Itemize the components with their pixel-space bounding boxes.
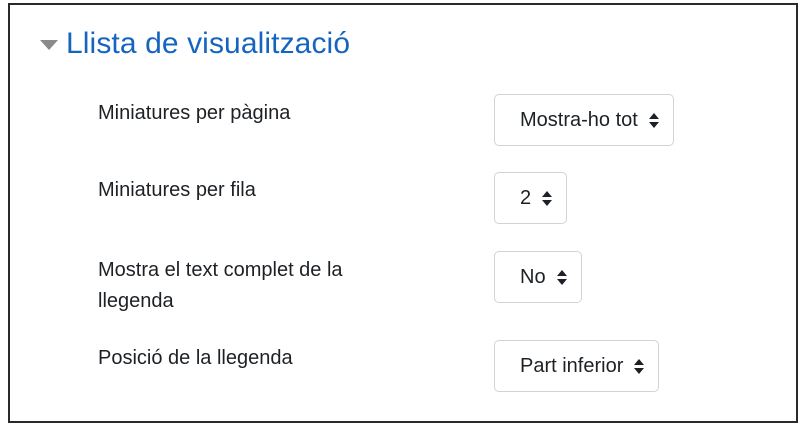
caption-position-select[interactable]: Part inferior [494,340,660,392]
sort-arrows-icon [648,112,659,128]
thumbnails-per-row-value: 2 [520,186,532,209]
section-header-toggle[interactable]: Llista de visualització [40,27,350,61]
full-caption-label: Mostra el text complet de la llegenda [98,259,343,312]
section-title[interactable]: Llista de visualització [66,27,350,61]
sort-arrows-icon [634,358,645,374]
thumbnails-per-row-select[interactable]: 2 [494,172,568,224]
caret-down-icon[interactable] [40,40,58,50]
thumbnails-per-page-select[interactable]: Mostra-ho tot [494,94,674,146]
full-caption-select[interactable]: No [494,251,582,303]
thumbnails-per-page-value: Mostra-ho tot [520,108,638,131]
full-caption-value: No [520,265,546,288]
thumbnails-per-page-label: Miniatures per pàgina [98,102,291,124]
caption-position-value: Part inferior [520,354,624,377]
display-list-panel: Llista de visualització Miniatures per p… [8,3,798,423]
sort-arrows-icon [556,269,567,285]
sort-arrows-icon [542,190,553,206]
caption-position-label: Posició de la llegenda [98,347,293,369]
thumbnails-per-row-label: Miniatures per fila [98,179,256,201]
